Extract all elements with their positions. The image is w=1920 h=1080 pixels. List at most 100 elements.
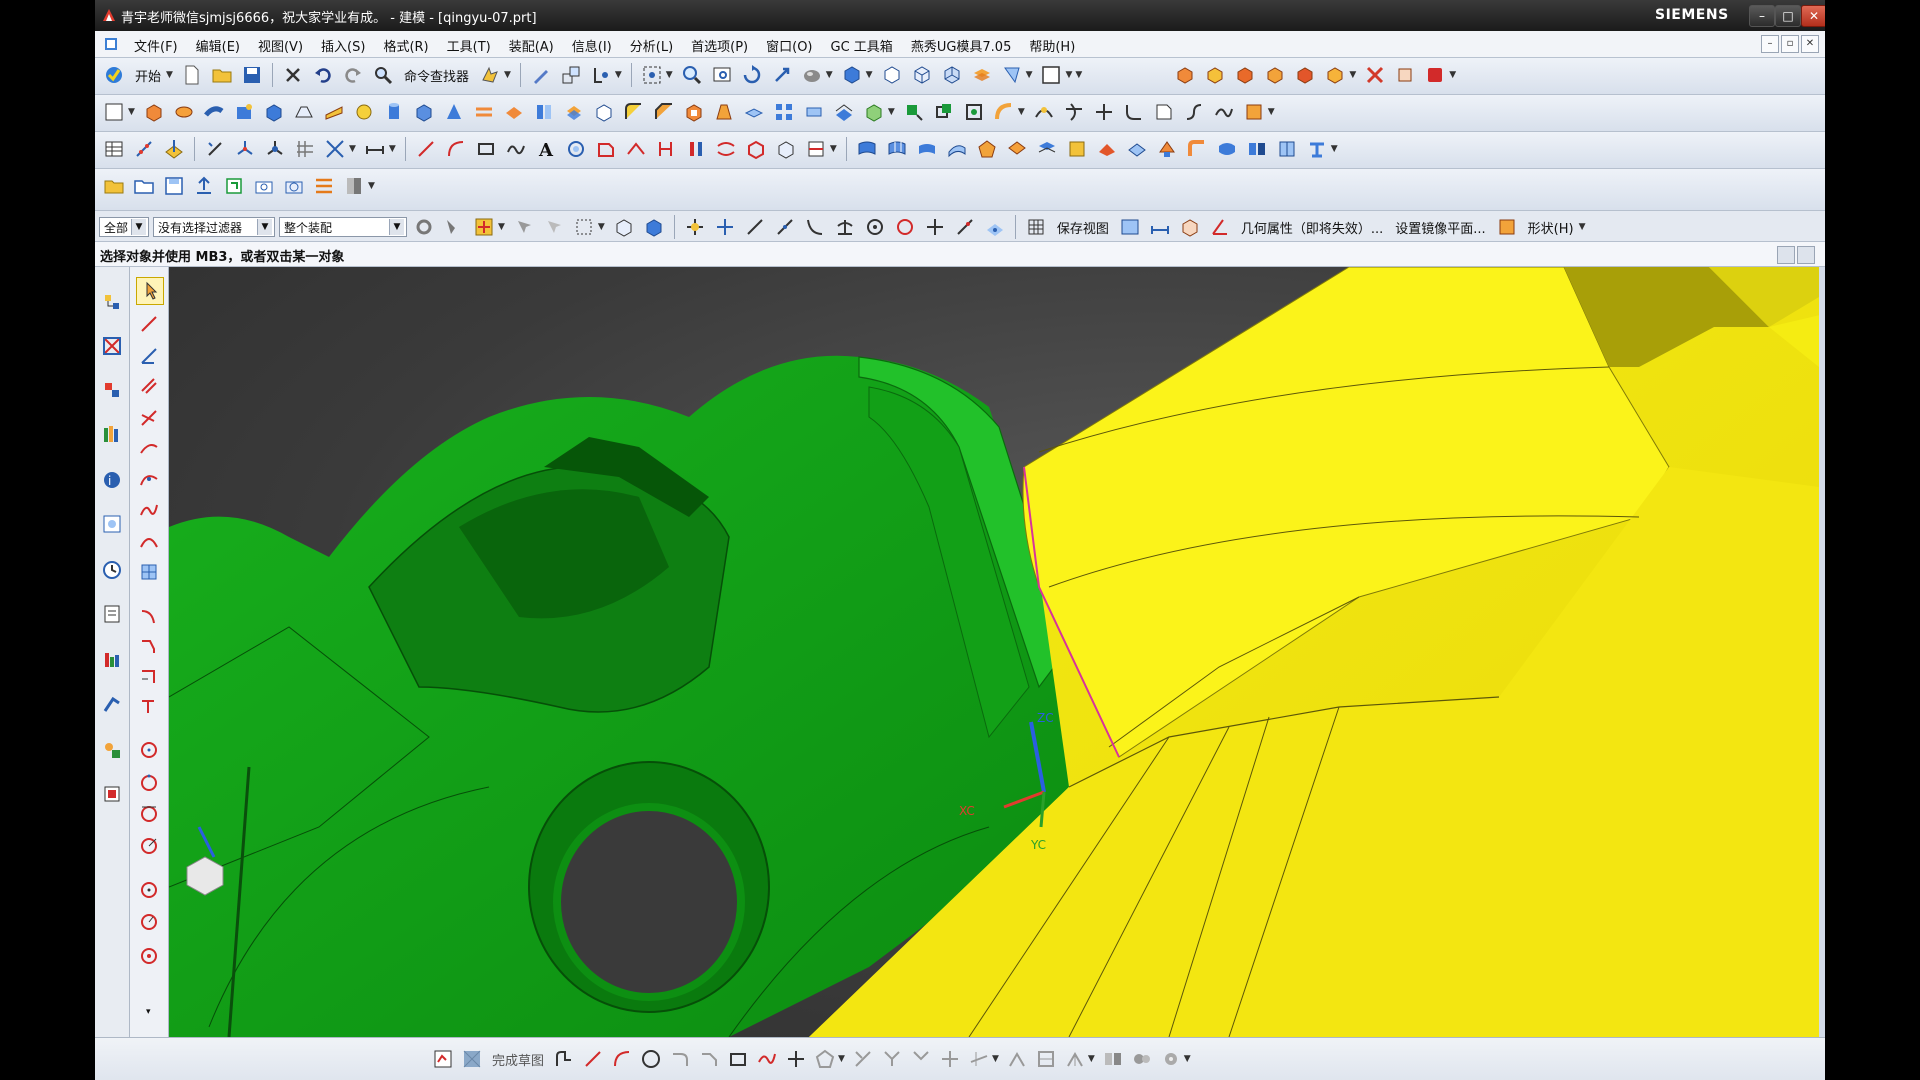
- layout-dropdown-icon[interactable]: ▼: [1065, 70, 1072, 80]
- snap-on-curve-icon[interactable]: [952, 214, 978, 240]
- start-dropdown-icon[interactable]: ▼: [166, 70, 173, 80]
- graphics-viewport[interactable]: XC YC ZC: [169, 267, 1819, 1037]
- type-filter-dropdown[interactable]: 全部 ▼: [99, 217, 149, 237]
- constraint-navigator-icon[interactable]: [99, 333, 125, 359]
- visible-in-view-icon[interactable]: [999, 62, 1025, 88]
- dimension-icon[interactable]: [362, 136, 388, 162]
- menu-format[interactable]: 格式(R): [374, 36, 437, 55]
- show-constraints-icon[interactable]: [1062, 1046, 1088, 1072]
- menu-information[interactable]: 信息(I): [563, 36, 621, 55]
- status-toggle-button[interactable]: [1797, 246, 1815, 264]
- web-browser-icon[interactable]: [99, 511, 125, 537]
- mold-tool-icon-7[interactable]: [1362, 62, 1388, 88]
- layout-align-icon[interactable]: [311, 173, 337, 199]
- extrude-icon[interactable]: [141, 99, 167, 125]
- swatch-dropdown-icon[interactable]: ▼: [368, 181, 375, 191]
- ruled-surface-icon[interactable]: [1214, 136, 1240, 162]
- menu-assembly[interactable]: 装配(A): [500, 36, 563, 55]
- point-icon[interactable]: [262, 136, 288, 162]
- snap-dropdown-icon[interactable]: ▼: [615, 70, 622, 80]
- replace-surface-icon[interactable]: [1304, 136, 1330, 162]
- orient-view-icon[interactable]: [839, 62, 865, 88]
- manufacturing-wizard-icon[interactable]: [99, 691, 125, 717]
- constraint-icon[interactable]: [1004, 1046, 1030, 1072]
- orient-dropdown-icon[interactable]: ▼: [866, 70, 873, 80]
- point-set-icon[interactable]: [131, 136, 157, 162]
- sketch-fillet-icon[interactable]: [667, 1046, 693, 1072]
- selection-filter-dropdown[interactable]: 没有选择过滤器 ▼: [153, 217, 275, 237]
- doc-close-button[interactable]: ✕: [1801, 35, 1819, 53]
- save-part-icon[interactable]: [161, 173, 187, 199]
- pattern-icon[interactable]: [771, 99, 797, 125]
- select-pointer-icon[interactable]: [136, 277, 164, 305]
- arc-icon[interactable]: [443, 136, 469, 162]
- layer-settings-icon[interactable]: [969, 62, 995, 88]
- shaded-style-icon[interactable]: [799, 62, 825, 88]
- helix-icon[interactable]: [563, 136, 589, 162]
- curve-dropdown-icon[interactable]: ▼: [1268, 107, 1275, 117]
- through-curves-icon[interactable]: [854, 136, 880, 162]
- datum-csys-icon[interactable]: [232, 136, 258, 162]
- sketch-polygon-icon[interactable]: [812, 1046, 838, 1072]
- save-view-button[interactable]: 保存视图: [1053, 218, 1113, 237]
- menu-yanxiu-mold[interactable]: 燕秀UG模具7.05: [902, 36, 1021, 55]
- mold-dropdown-icon[interactable]: ▼: [1349, 70, 1356, 80]
- dimension-bottom-icon[interactable]: [966, 1046, 992, 1072]
- mirror-icon[interactable]: [801, 99, 827, 125]
- replace-face-icon[interactable]: [861, 99, 887, 125]
- circle-point-icon[interactable]: [136, 943, 162, 969]
- dimension-dropdown-icon[interactable]: ▼: [389, 144, 396, 154]
- studio-surface-icon[interactable]: [914, 136, 940, 162]
- sketch-dropdown-icon[interactable]: ▼: [128, 107, 135, 117]
- dimension-bottom-dropdown-icon[interactable]: ▼: [992, 1054, 999, 1064]
- front-view-icon[interactable]: [909, 62, 935, 88]
- spline-poles-icon[interactable]: [136, 497, 162, 523]
- face-blend-icon[interactable]: [1184, 136, 1210, 162]
- menu-edit[interactable]: 编辑(E): [187, 36, 249, 55]
- finish-sketch-icon[interactable]: [459, 1046, 485, 1072]
- sketch-point-icon[interactable]: [783, 1046, 809, 1072]
- profile-icon[interactable]: [551, 1046, 577, 1072]
- extension-sheet-icon[interactable]: [1124, 136, 1150, 162]
- new-file-icon[interactable]: [179, 62, 205, 88]
- shell-icon[interactable]: [681, 99, 707, 125]
- snap-point-icon[interactable]: [588, 62, 614, 88]
- curve-offset-icon[interactable]: [1031, 99, 1057, 125]
- table-icon[interactable]: [101, 136, 127, 162]
- view-section-icon[interactable]: [1117, 214, 1143, 240]
- trim-sheet-icon[interactable]: [1094, 136, 1120, 162]
- system-materials-icon[interactable]: [99, 601, 125, 627]
- block-icon[interactable]: [261, 99, 287, 125]
- snap-sel-dropdown-icon[interactable]: ▼: [498, 222, 505, 232]
- draft-icon[interactable]: [711, 99, 737, 125]
- set-mirror-plane-button[interactable]: 设置镜像平面...: [1391, 218, 1489, 237]
- combine-curve-icon[interactable]: [683, 136, 709, 162]
- menu-tools[interactable]: 工具(T): [438, 36, 500, 55]
- sketch-circle-icon[interactable]: [638, 1046, 664, 1072]
- shape-dropdown-icon[interactable]: ▼: [1579, 222, 1586, 232]
- sketch-more-dropdown-icon[interactable]: ▼: [1184, 1054, 1191, 1064]
- make-corner-icon[interactable]: [136, 663, 162, 689]
- sketch-line-icon[interactable]: [580, 1046, 606, 1072]
- circle-center-icon[interactable]: [136, 737, 162, 763]
- undo-icon[interactable]: [310, 62, 336, 88]
- through-curve-mesh-icon[interactable]: [884, 136, 910, 162]
- raster-icon[interactable]: [292, 136, 318, 162]
- measure-distance-icon[interactable]: [1147, 214, 1173, 240]
- layout-more-icon[interactable]: ▼: [1075, 70, 1082, 80]
- sync-dropdown-icon[interactable]: ▼: [1018, 107, 1025, 117]
- line-icon[interactable]: [413, 136, 439, 162]
- command-finder-icon[interactable]: [370, 62, 396, 88]
- geometry-properties-button[interactable]: 几何属性（即将失效）...: [1237, 218, 1387, 237]
- shadow-curve-icon[interactable]: [773, 136, 799, 162]
- quick-extend-icon[interactable]: [136, 693, 162, 719]
- make-corner-bottom-icon[interactable]: [908, 1046, 934, 1072]
- rectangle-icon[interactable]: [473, 136, 499, 162]
- thicken-icon[interactable]: [831, 99, 857, 125]
- corner-icon[interactable]: [136, 343, 162, 369]
- divide-curve-icon[interactable]: [1091, 99, 1117, 125]
- sketch-settings-icon[interactable]: [1158, 1046, 1184, 1072]
- reuse-library-icon[interactable]: [99, 421, 125, 447]
- visible-dropdown-icon[interactable]: ▼: [1026, 70, 1033, 80]
- convert-reference-icon[interactable]: [1100, 1046, 1126, 1072]
